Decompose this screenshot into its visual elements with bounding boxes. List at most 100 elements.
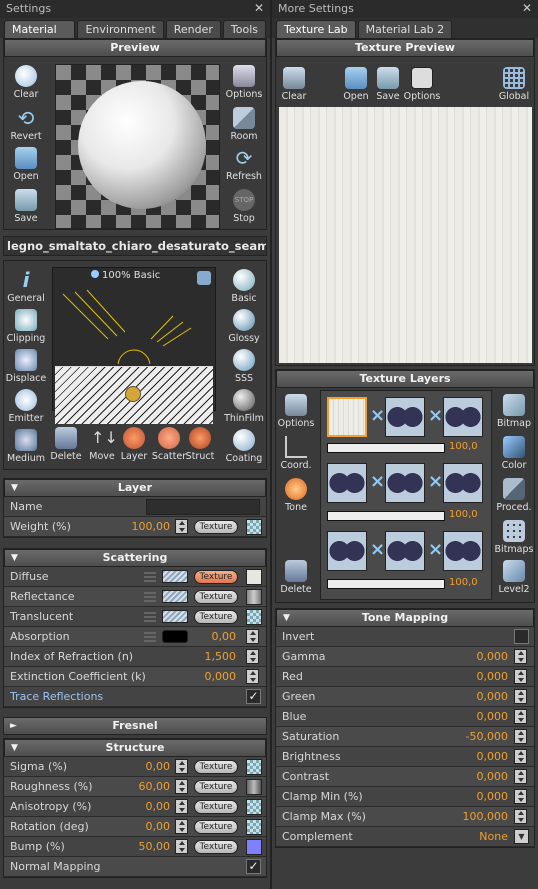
weight-texture-button[interactable]: Texture bbox=[194, 520, 238, 534]
revert-button[interactable]: ⟲ Revert bbox=[4, 107, 48, 142]
clamp-min-spinner[interactable] bbox=[514, 789, 527, 804]
translucent-texture-button[interactable]: Texture bbox=[194, 610, 238, 624]
sigma-texture-swatch[interactable] bbox=[246, 759, 262, 775]
thinfilm-button[interactable]: ThinFilm bbox=[222, 389, 266, 424]
saturation-value[interactable]: -50,000 bbox=[448, 727, 508, 746]
clamp-max-value[interactable]: 100,000 bbox=[448, 807, 509, 826]
brightness-spinner[interactable] bbox=[514, 749, 527, 764]
global-button[interactable]: Global bbox=[492, 67, 536, 102]
roughness-texture-button[interactable]: Texture bbox=[194, 780, 238, 794]
ior-spinner[interactable] bbox=[246, 649, 259, 664]
grip-icon[interactable] bbox=[144, 612, 156, 622]
tab-render[interactable]: Render bbox=[165, 20, 221, 38]
displace-button[interactable]: Displace bbox=[4, 349, 48, 384]
weight-spinner[interactable] bbox=[175, 519, 188, 534]
close-icon[interactable]: ✕ bbox=[522, 1, 532, 15]
roughness-value[interactable]: 60,00 bbox=[110, 777, 171, 796]
clipping-button[interactable]: Clipping bbox=[4, 309, 48, 344]
gamma-value[interactable]: 0,000 bbox=[448, 647, 509, 666]
layer-slider-3[interactable] bbox=[327, 579, 445, 589]
rotation-spinner[interactable] bbox=[175, 819, 188, 834]
tone-mapping-header[interactable]: ▼ Tone Mapping bbox=[276, 609, 534, 627]
anisotropy-value[interactable]: 0,00 bbox=[110, 797, 171, 816]
material-name-bar[interactable]: legno_smaltato_chiaro_desaturato_seamles bbox=[3, 236, 267, 256]
options-button[interactable]: Options bbox=[222, 65, 266, 100]
sigma-value[interactable]: 0,00 bbox=[110, 757, 171, 776]
delete-layer-button[interactable]: Delete bbox=[46, 427, 86, 462]
bump-value[interactable]: 50,00 bbox=[110, 837, 171, 856]
extinction-spinner[interactable] bbox=[246, 669, 259, 684]
dropdown-arrow-icon[interactable]: ▼ bbox=[514, 829, 529, 844]
texture-layer-row-3[interactable]: × × bbox=[327, 531, 487, 573]
fresnel-header[interactable]: ► Fresnel bbox=[3, 717, 267, 735]
saturation-spinner[interactable] bbox=[514, 729, 527, 744]
contrast-spinner[interactable] bbox=[514, 769, 527, 784]
invert-checkbox[interactable] bbox=[514, 629, 529, 644]
layer-slider-2[interactable] bbox=[327, 511, 445, 521]
general-button[interactable]: i General bbox=[4, 269, 48, 304]
reflectance-color-swatch[interactable] bbox=[162, 590, 188, 603]
texture-options-button[interactable]: Options bbox=[400, 67, 444, 102]
green-value[interactable]: 0,000 bbox=[448, 687, 509, 706]
absorption-value[interactable]: 0,00 bbox=[176, 627, 237, 646]
tab-texture-lab[interactable]: Texture Lab bbox=[276, 20, 356, 38]
green-spinner[interactable] bbox=[514, 689, 527, 704]
texture-delete-button[interactable]: Delete bbox=[274, 560, 318, 595]
layer-slider-1[interactable] bbox=[327, 443, 445, 453]
tab-environment[interactable]: Environment bbox=[77, 20, 164, 38]
grip-icon[interactable] bbox=[144, 592, 156, 602]
bump-texture-swatch[interactable] bbox=[246, 839, 262, 855]
color-button[interactable]: Color bbox=[492, 436, 536, 471]
gamma-spinner[interactable] bbox=[514, 649, 527, 664]
ior-value[interactable]: 1,500 bbox=[176, 647, 237, 666]
coord-button[interactable]: Coord. bbox=[274, 436, 318, 471]
tab-material-lab[interactable]: Material Lab bbox=[4, 20, 76, 49]
emitter-button[interactable]: Emitter bbox=[4, 389, 48, 424]
save-button[interactable]: Save bbox=[4, 189, 48, 224]
rotation-value[interactable]: 0,00 bbox=[110, 817, 171, 836]
trace-reflections-checkbox[interactable]: ✓ bbox=[246, 689, 261, 704]
add-layer-button[interactable]: Layer bbox=[114, 427, 154, 462]
layer-mask-thumb[interactable] bbox=[443, 463, 483, 503]
coating-button[interactable]: Coating bbox=[222, 429, 266, 464]
anisotropy-texture-button[interactable]: Texture bbox=[194, 800, 238, 814]
struct-button[interactable]: Struct bbox=[180, 427, 220, 462]
normal-mapping-checkbox[interactable]: ✓ bbox=[246, 859, 261, 874]
room-button[interactable]: Room bbox=[222, 107, 266, 142]
brightness-value[interactable]: 0,000 bbox=[448, 747, 509, 766]
contrast-value[interactable]: 0,000 bbox=[448, 767, 509, 786]
roughness-spinner[interactable] bbox=[175, 779, 188, 794]
weight-value[interactable]: 100,00 bbox=[110, 517, 171, 536]
reflectance-texture-button[interactable]: Texture bbox=[194, 590, 238, 604]
red-spinner[interactable] bbox=[514, 669, 527, 684]
bitmaps-button[interactable]: Bitmaps bbox=[492, 520, 536, 555]
structure-header[interactable]: ▼ Structure bbox=[4, 739, 266, 757]
red-value[interactable]: 0,000 bbox=[448, 667, 509, 686]
glossy-button[interactable]: Glossy bbox=[222, 309, 266, 344]
tab-tools[interactable]: Tools bbox=[222, 20, 266, 38]
texture-clear-button[interactable]: Clear bbox=[272, 67, 316, 102]
refresh-button[interactable]: ⟳ Refresh bbox=[222, 147, 266, 182]
tone-button[interactable]: Tone bbox=[274, 478, 318, 513]
layer-mask-thumb[interactable] bbox=[385, 463, 425, 503]
layer-header[interactable]: ▼ Layer bbox=[4, 479, 266, 497]
rotation-texture-button[interactable]: Texture bbox=[194, 820, 238, 834]
absorption-spinner[interactable] bbox=[246, 629, 259, 644]
scattering-header[interactable]: ▼ Scattering bbox=[4, 549, 266, 567]
rotation-texture-swatch[interactable] bbox=[246, 819, 262, 835]
close-icon[interactable]: ✕ bbox=[254, 1, 264, 15]
layer-mask-thumb[interactable] bbox=[443, 397, 483, 437]
weight-texture-swatch[interactable] bbox=[246, 519, 262, 535]
sigma-spinner[interactable] bbox=[175, 759, 188, 774]
stop-button[interactable]: STOP Stop bbox=[222, 189, 266, 224]
layer-thumb-wood[interactable] bbox=[327, 397, 367, 437]
clamp-min-value[interactable]: 0,000 bbox=[448, 787, 509, 806]
open-button[interactable]: Open bbox=[4, 147, 48, 182]
layer-mask-thumb[interactable] bbox=[385, 531, 425, 571]
layer-mask-thumb[interactable] bbox=[327, 531, 367, 571]
diffuse-texture-swatch[interactable] bbox=[246, 569, 262, 585]
swap-icon[interactable] bbox=[197, 271, 211, 285]
grip-icon[interactable] bbox=[144, 572, 156, 582]
layer-mask-thumb[interactable] bbox=[327, 463, 367, 503]
layers-options-button[interactable]: Options bbox=[274, 394, 318, 429]
